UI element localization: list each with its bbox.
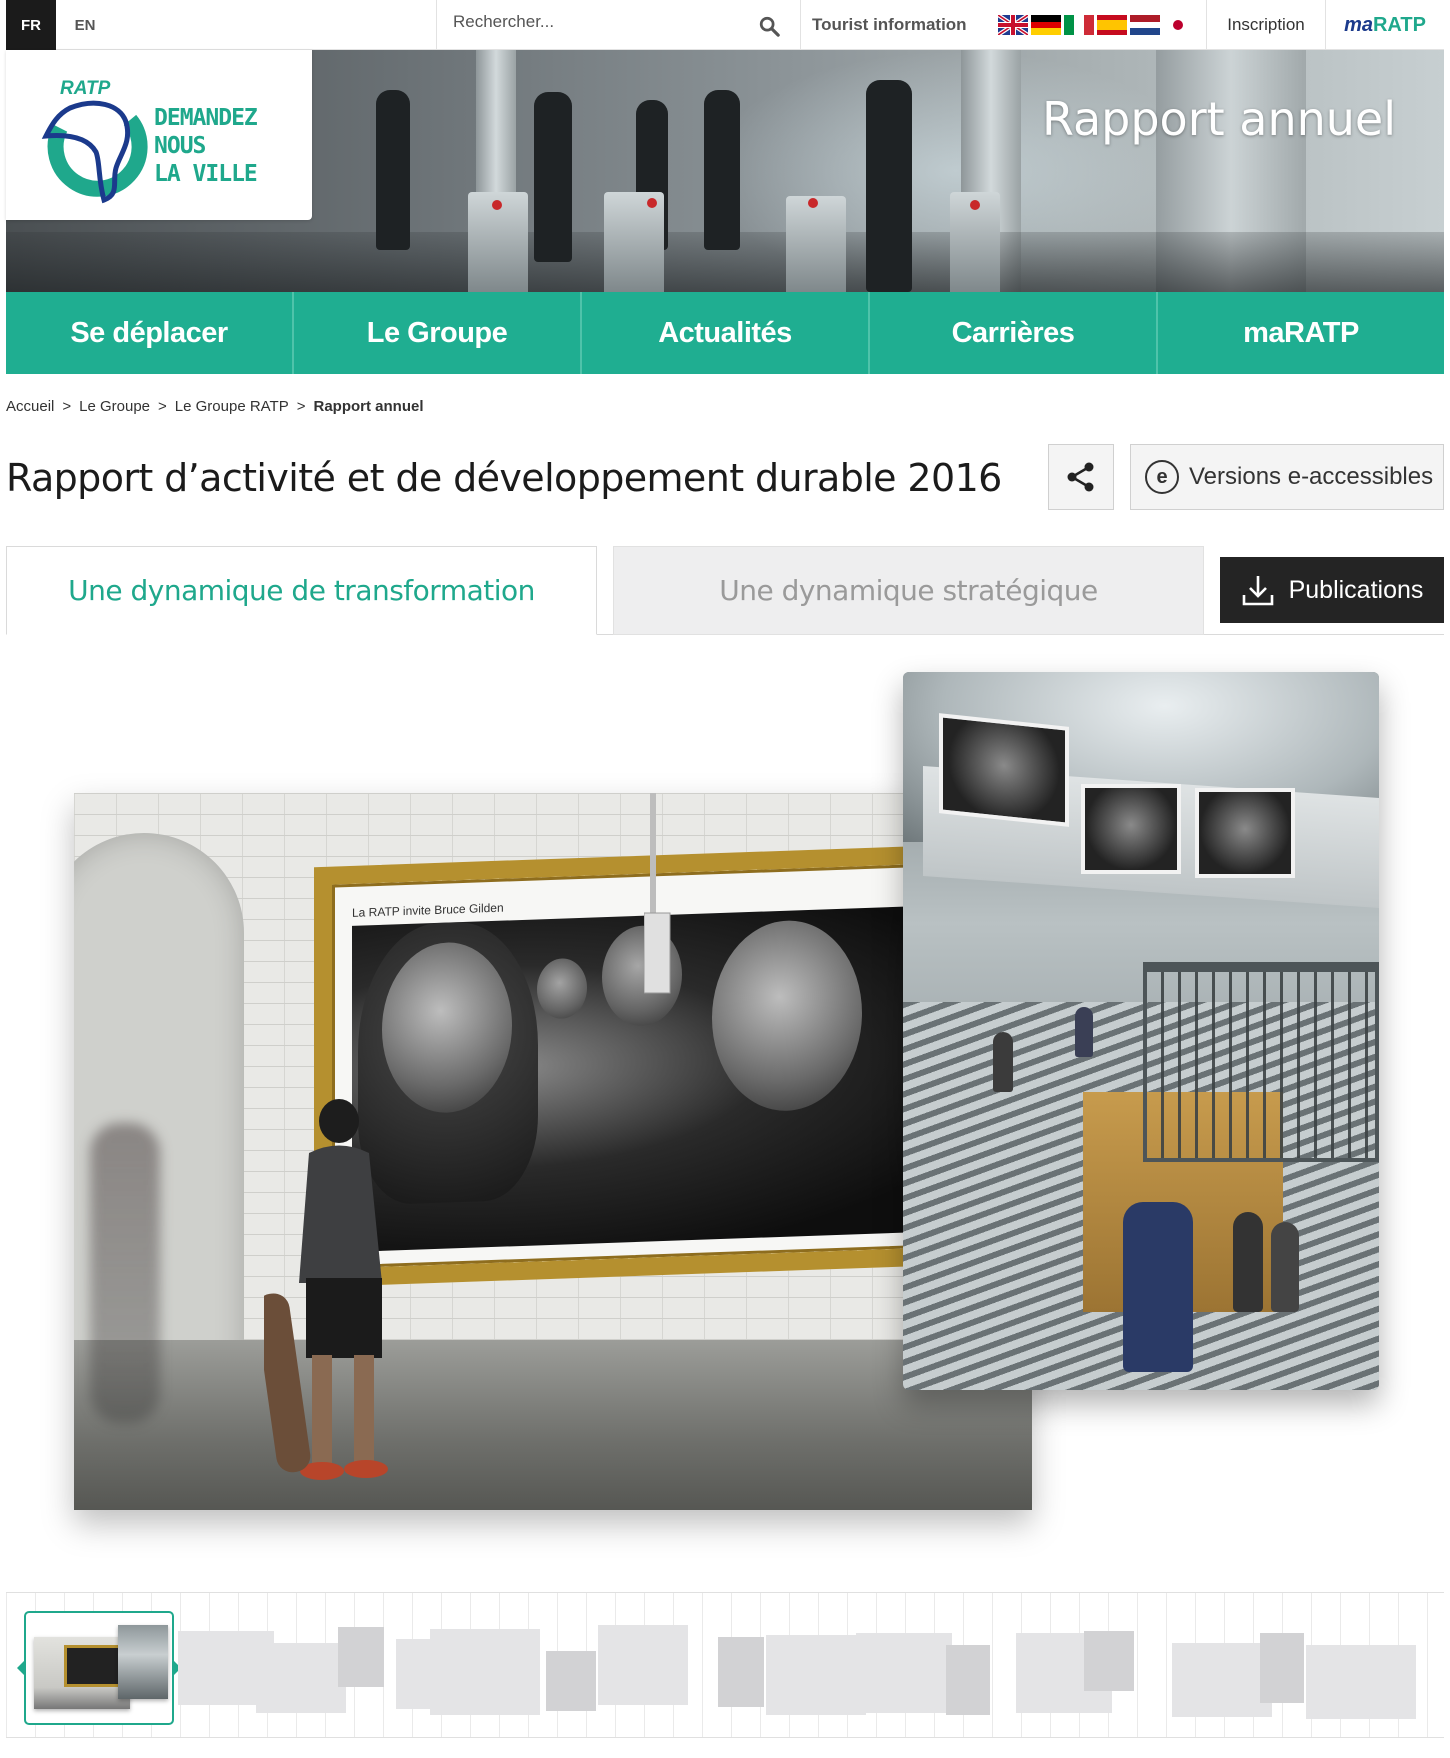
- ratp-tagline: DEMANDEZ NOUS LA VILLE: [154, 104, 258, 188]
- nav-item-carrieres[interactable]: Carrières: [870, 292, 1158, 374]
- skater-figure: [264, 1099, 388, 1480]
- stair-railing: [1143, 962, 1379, 1162]
- poster-caption: La RATP invite Bruce Gilden: [352, 900, 504, 920]
- jp-flag-icon[interactable]: [1163, 15, 1193, 35]
- exhibition-print: [1081, 784, 1181, 874]
- ratp-wordmark: RATP: [60, 78, 111, 99]
- lang-en-button[interactable]: EN: [60, 0, 110, 50]
- inscription-link[interactable]: Inscription: [1206, 0, 1326, 50]
- tab-transformation[interactable]: Une dynamique de transformation: [6, 546, 597, 635]
- thumbnail-placeholder[interactable]: [1084, 1631, 1134, 1691]
- thumbnail-placeholder[interactable]: [766, 1635, 866, 1715]
- tagline-line: LA VILLE: [154, 161, 258, 187]
- commuter-figure: [1233, 1212, 1263, 1312]
- publications-label: Publications: [1288, 575, 1424, 604]
- hero-gate-sign: [970, 200, 980, 210]
- ratp-logo-icon: [41, 100, 148, 204]
- thumbnail-placeholder[interactable]: [430, 1629, 540, 1715]
- tab-strategique[interactable]: Une dynamique stratégique: [613, 546, 1204, 635]
- nl-flag-icon[interactable]: [1130, 15, 1160, 35]
- page-title: Rapport d’activité et de développement d…: [6, 456, 1002, 500]
- commuter-figure: [993, 1032, 1013, 1092]
- commuter-figure: [1075, 1007, 1093, 1057]
- poster-face: [537, 957, 587, 1020]
- maratp-link[interactable]: ma RATP: [1326, 0, 1444, 50]
- thumbnail-active[interactable]: [17, 1611, 181, 1725]
- tourist-info-link[interactable]: Tourist information: [812, 0, 967, 50]
- thumbnail-placeholder[interactable]: [718, 1637, 764, 1707]
- hero-commuter: [376, 90, 410, 250]
- thumbnail-placeholder[interactable]: [546, 1651, 596, 1711]
- accessible-versions-label: Versions e-accessibles: [1189, 463, 1434, 490]
- tagline-line: DEMANDEZ: [154, 105, 258, 131]
- utility-bar: FR EN Tourist information: [6, 0, 1444, 50]
- poster-face: [712, 918, 862, 1114]
- nav-item-le-groupe[interactable]: Le Groupe: [294, 292, 582, 374]
- hero-gate-sign: [647, 198, 657, 208]
- lang-fr-button[interactable]: FR: [6, 0, 56, 50]
- breadcrumb-separator: >: [62, 398, 72, 415]
- blurred-passerby: [90, 1123, 160, 1423]
- arrow-left-icon: [17, 1661, 24, 1675]
- uk-flag-icon[interactable]: [998, 15, 1028, 35]
- maratp-prefix: ma: [1344, 13, 1373, 36]
- share-icon: [1067, 462, 1094, 492]
- ceiling-fixture: [644, 793, 671, 994]
- share-button[interactable]: [1048, 444, 1114, 510]
- tagline-line: NOUS: [154, 133, 206, 159]
- platform-floor: [74, 1340, 1032, 1510]
- maratp-suffix: RATP: [1372, 13, 1426, 36]
- station-stairs-photo[interactable]: [903, 672, 1379, 1390]
- download-icon: [1242, 576, 1273, 606]
- thumbnail-placeholder[interactable]: [1172, 1643, 1272, 1717]
- es-flag-icon[interactable]: [1097, 15, 1127, 35]
- nav-item-se-deplacer[interactable]: Se déplacer: [6, 292, 294, 374]
- commuter-figure: [1123, 1202, 1193, 1372]
- hero-gate: [786, 196, 846, 292]
- language-flags: [998, 15, 1193, 35]
- breadcrumb-separator: >: [158, 398, 167, 415]
- breadcrumb-link[interactable]: Accueil: [6, 398, 54, 415]
- thumbnail-placeholder[interactable]: [256, 1643, 346, 1713]
- accessible-versions-button[interactable]: e Versions e-accessibles: [1130, 444, 1444, 510]
- commuter-figure: [1271, 1222, 1299, 1312]
- publications-button[interactable]: Publications: [1220, 557, 1444, 623]
- thumbnail-placeholder[interactable]: [1260, 1633, 1304, 1703]
- exhibition-print: [939, 713, 1069, 827]
- hero-commuter: [534, 92, 572, 262]
- thumbnail-placeholder[interactable]: [598, 1625, 688, 1705]
- thumbnail-preview: [34, 1637, 130, 1709]
- nav-item-actualites[interactable]: Actualités: [582, 292, 870, 374]
- breadcrumb-current: Rapport annuel: [313, 398, 424, 415]
- thumbnail-placeholder[interactable]: [338, 1627, 384, 1687]
- breadcrumb-link[interactable]: Le Groupe RATP: [175, 398, 289, 415]
- it-flag-icon[interactable]: [1064, 15, 1094, 35]
- thumbnail-preview: [118, 1625, 168, 1699]
- breadcrumb-separator: >: [296, 398, 306, 415]
- nav-item-maratp[interactable]: maRATP: [1158, 292, 1444, 374]
- metro-poster-photo[interactable]: La RATP invite Bruce Gilden: [74, 793, 1032, 1510]
- hero-commuter: [866, 80, 912, 292]
- hero-commuter: [704, 90, 740, 250]
- exhibition-print: [1195, 788, 1295, 878]
- thumbnail-placeholder[interactable]: [946, 1645, 990, 1715]
- hero-gate-sign: [808, 198, 818, 208]
- de-flag-icon[interactable]: [1031, 15, 1061, 35]
- main-nav: Se déplacer Le Groupe Actualités Carrièr…: [6, 292, 1444, 374]
- search-input[interactable]: [437, 0, 737, 44]
- thumbnail-placeholder[interactable]: [856, 1633, 952, 1713]
- breadcrumb: Accueil > Le Groupe > Le Groupe RATP > R…: [6, 398, 424, 415]
- thumbnail-placeholder[interactable]: [1306, 1645, 1416, 1719]
- hero-gate-sign: [492, 200, 502, 210]
- search-box: [436, 0, 801, 50]
- thumbnail-strip: [6, 1592, 1444, 1738]
- ratp-logo[interactable]: RATP DEMANDEZ NOUS LA VILLE: [6, 50, 312, 220]
- hero-title: Rapport annuel: [1042, 92, 1396, 146]
- search-icon[interactable]: [758, 15, 780, 37]
- accessibility-e-icon: e: [1145, 460, 1179, 494]
- breadcrumb-link[interactable]: Le Groupe: [79, 398, 150, 415]
